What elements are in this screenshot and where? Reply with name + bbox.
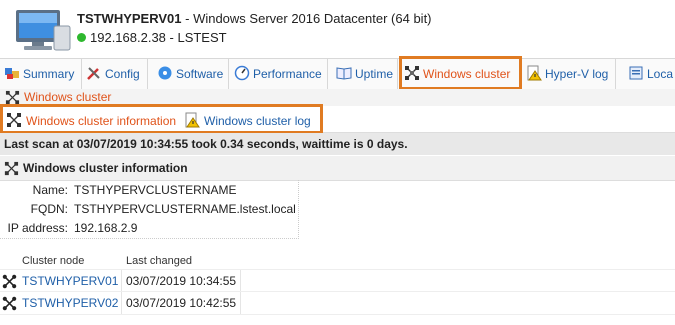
name-value: TSTHYPERVCLUSTERNAME [74, 183, 237, 197]
ip-value: 192.168.2.9 [74, 221, 138, 235]
section-header: Windows cluster information [0, 156, 675, 181]
ip-label: IP address: [7, 221, 68, 235]
cluster-icon [5, 90, 20, 105]
cluster-node-link[interactable]: TSTWHYPERV02 [22, 296, 118, 310]
name-label: Name: [32, 183, 68, 197]
warning-log-icon [527, 65, 542, 81]
hostname: TSTWHYPERV01 [77, 11, 182, 26]
cluster-node-icon [2, 296, 17, 311]
column-last-changed[interactable]: Last changed [126, 255, 192, 267]
host-ip-line: 192.168.2.38 - LSTEST [77, 30, 227, 45]
status-online-icon [77, 33, 86, 42]
local-icon [629, 66, 643, 80]
computer-monitor-icon [16, 10, 71, 51]
software-icon [158, 66, 172, 80]
column-cluster-node[interactable]: Cluster node [22, 255, 84, 267]
table-header: Cluster node Last changed [0, 252, 240, 270]
fqdn-value: TSTHYPERVCLUSTERNAME.lstest.local [74, 202, 296, 216]
info-ip-row: IP address: 192.168.2.9 [0, 221, 300, 237]
config-tools-icon [87, 67, 100, 80]
cluster-node-link[interactable]: TSTWHYPERV01 [22, 274, 118, 288]
fqdn-label: FQDN: [30, 202, 68, 216]
breadcrumb-label[interactable]: Windows cluster [24, 90, 111, 104]
tab-uptime[interactable]: Uptime [336, 59, 398, 89]
os-description: - Windows Server 2016 Datacenter (64 bit… [181, 11, 432, 26]
tab-local[interactable]: Loca [628, 59, 675, 89]
last-changed-value: 03/07/2019 10:34:55 [126, 274, 237, 288]
tab-hyperv-log[interactable]: Hyper-V log [526, 59, 616, 89]
table-row[interactable]: TSTWHYPERV02 03/07/2019 10:42:55 [0, 291, 675, 315]
ip-domain: 192.168.2.38 - LSTEST [90, 30, 227, 45]
performance-gauge-icon [234, 65, 250, 81]
column-divider [121, 292, 122, 314]
tab-software[interactable]: Software [157, 59, 229, 89]
scan-status: Last scan at 03/07/2019 10:34:55 took 0.… [0, 133, 675, 155]
info-name-row: Name: TSTHYPERVCLUSTERNAME [0, 183, 300, 199]
subtabs-highlight [0, 104, 323, 134]
tab-performance[interactable]: Performance [234, 59, 328, 89]
info-fqdn-row: FQDN: TSTHYPERVCLUSTERNAME.lstest.local [0, 202, 300, 218]
section-title: Windows cluster information [23, 161, 188, 175]
summary-icon [5, 68, 19, 79]
last-changed-value: 03/07/2019 10:42:55 [126, 296, 237, 310]
tab-config[interactable]: Config [86, 59, 148, 89]
cluster-node-icon [2, 274, 17, 289]
active-tab-highlight [399, 56, 522, 90]
host-title: TSTWHYPERV01 - Windows Server 2016 Datac… [77, 11, 432, 26]
host-header: TSTWHYPERV01 - Windows Server 2016 Datac… [0, 0, 675, 58]
table-row[interactable]: TSTWHYPERV01 03/07/2019 10:34:55 [0, 269, 675, 292]
column-divider [240, 292, 241, 314]
main-tabs: Summary Config Software Performance Upti… [0, 58, 675, 90]
uptime-book-icon [336, 67, 352, 80]
column-divider [121, 270, 122, 292]
tab-summary[interactable]: Summary [4, 59, 82, 89]
cluster-icon [4, 161, 19, 176]
column-divider [240, 270, 241, 292]
